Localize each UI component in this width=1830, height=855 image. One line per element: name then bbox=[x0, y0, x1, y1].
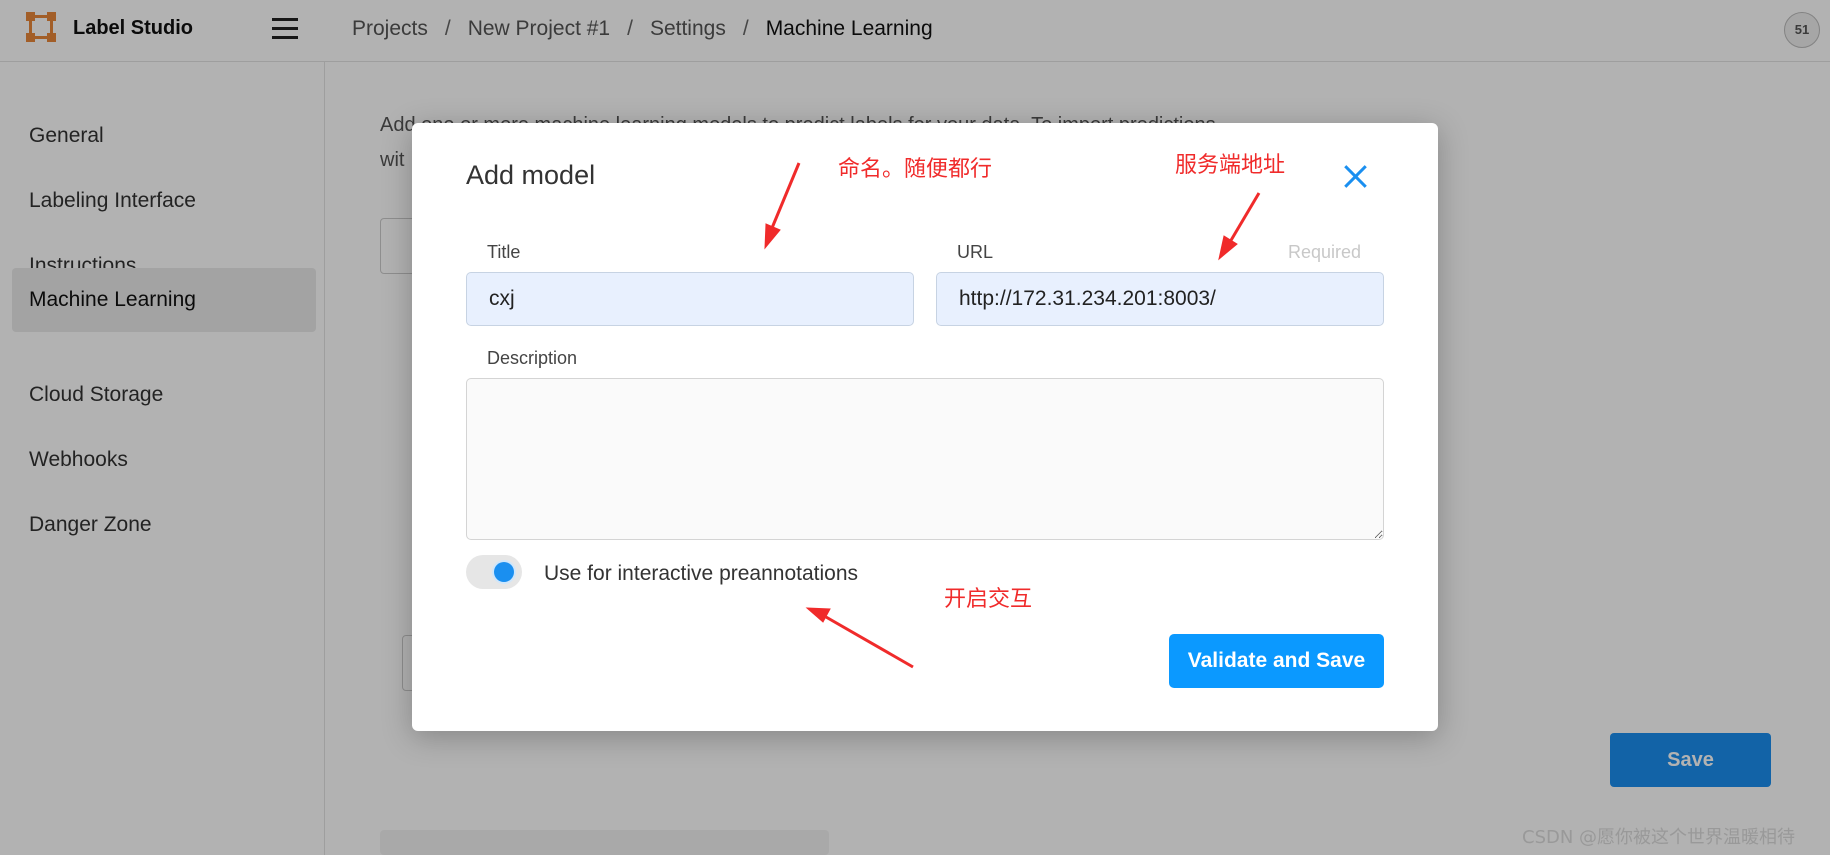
csdn-watermark: CSDN @愿你被这个世界温暖相待 bbox=[1522, 827, 1796, 848]
arrow-head-title bbox=[764, 223, 781, 250]
arrow-to-url-input bbox=[1228, 192, 1261, 243]
arrow-to-title-input bbox=[770, 162, 801, 229]
arrow-head-url bbox=[1218, 235, 1238, 261]
arrow-to-toggle bbox=[825, 615, 914, 669]
annotation-arrows bbox=[764, 162, 1261, 669]
arrow-head-toggle bbox=[805, 607, 831, 623]
